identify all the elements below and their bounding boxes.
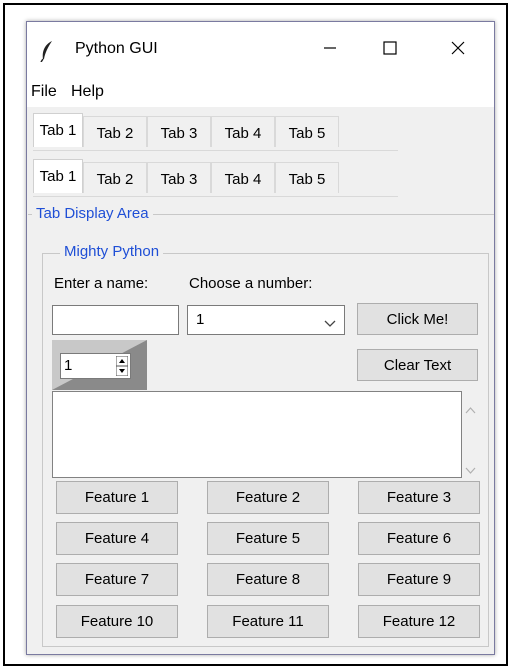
tab-5[interactable]: Tab 5 [275,162,339,193]
feature-10-button[interactable]: Feature 10 [56,605,178,638]
spinbox-border: 1 [52,340,147,390]
feature-12-button[interactable]: Feature 12 [358,605,480,638]
tab-4[interactable]: Tab 4 [211,116,275,147]
name-label: Enter a name: [54,275,149,292]
tab-row-2-baseline [33,196,398,197]
chevron-up-icon[interactable] [465,401,476,418]
scrolled-text-area[interactable] [52,391,462,478]
feature-5-button[interactable]: Feature 5 [207,522,329,555]
vertical-scrollbar[interactable] [462,391,479,478]
feature-2-button[interactable]: Feature 2 [207,481,329,514]
number-combobox[interactable]: 1 [187,305,345,335]
tab-1[interactable]: Tab 1 [33,159,83,193]
title-bar[interactable]: Python GUI [27,22,494,77]
feature-8-button[interactable]: Feature 8 [207,563,329,596]
tab-2[interactable]: Tab 2 [83,162,147,193]
spinbox-value: 1 [64,357,73,374]
tab-row-1: Tab 1 Tab 2 Tab 3 Tab 4 Tab 5 [33,113,393,150]
chevron-down-icon[interactable] [465,461,476,478]
tab-4[interactable]: Tab 4 [211,162,275,193]
maximize-button[interactable] [367,22,413,77]
spin-arrows-icon[interactable] [115,355,129,380]
tab-row-1-baseline [33,150,398,151]
combobox-value: 1 [196,311,205,328]
tab-2[interactable]: Tab 2 [83,116,147,147]
feature-3-button[interactable]: Feature 3 [358,481,480,514]
clear-text-button[interactable]: Clear Text [357,349,478,381]
spinbox-input[interactable]: 1 [60,353,131,379]
close-button[interactable] [435,22,481,77]
feature-6-button[interactable]: Feature 6 [358,522,480,555]
menu-help[interactable]: Help [71,83,104,101]
tab-3[interactable]: Tab 3 [147,116,211,147]
maximize-icon [383,40,397,59]
minimize-button[interactable] [307,22,353,77]
app-window: Python GUI File Help Tab 1 Tab 2 Tab 3 T… [26,21,495,655]
minimize-icon [323,41,337,59]
tab-row-2: Tab 1 Tab 2 Tab 3 Tab 4 Tab 5 [33,159,393,196]
tab-display-area-legend: Tab Display Area [32,205,153,223]
feather-icon [39,40,55,63]
chevron-down-icon[interactable] [324,315,336,332]
menu-file[interactable]: File [31,83,57,101]
feature-11-button[interactable]: Feature 11 [207,605,329,638]
feature-4-button[interactable]: Feature 4 [56,522,178,555]
tab-1[interactable]: Tab 1 [33,113,83,147]
feature-9-button[interactable]: Feature 9 [358,563,480,596]
close-icon [451,41,465,59]
tab-3[interactable]: Tab 3 [147,162,211,193]
feature-1-button[interactable]: Feature 1 [56,481,178,514]
click-me-button[interactable]: Click Me! [357,303,478,335]
name-entry[interactable] [52,305,179,335]
tab-5[interactable]: Tab 5 [275,116,339,147]
number-label: Choose a number: [189,275,313,292]
feature-7-button[interactable]: Feature 7 [56,563,178,596]
window-title: Python GUI [75,40,158,57]
mighty-python-legend: Mighty Python [60,243,164,261]
menu-bar: File Help [27,77,494,107]
